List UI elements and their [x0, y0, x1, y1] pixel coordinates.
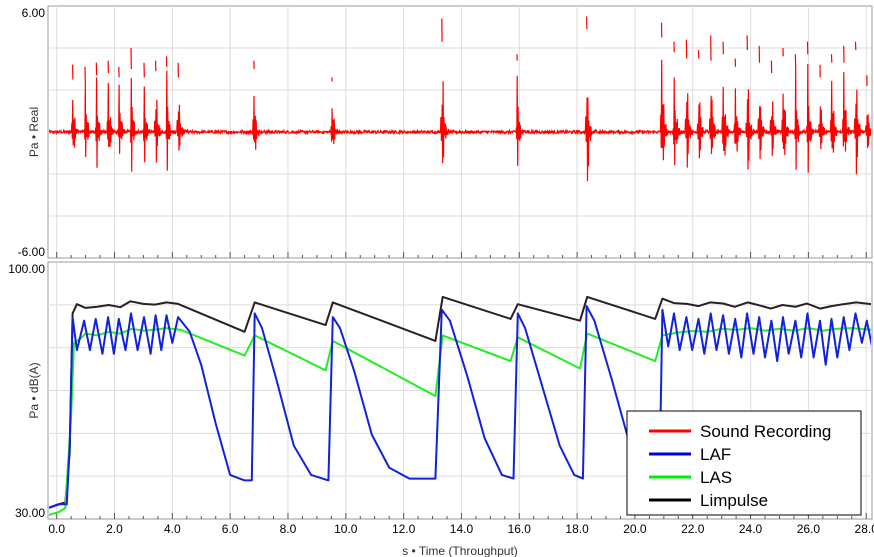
sound-recording-y-tick-label: -6.00: [18, 245, 46, 259]
sound-level-x-tick-label: 2.0: [106, 522, 123, 536]
legend-label-las: LAS: [700, 468, 732, 487]
sound-level-panel: 100.00 30.00 Pa • dB(A) 0.0 2.0 4.0 6.0 8.0 10.0…: [8, 261, 874, 557]
sound-level-x-tick-label: 6.0: [222, 522, 239, 536]
sound-level-x-axis-title: s • Time (Throughput): [402, 544, 518, 557]
chart-root: 6.00 -6.00 Pa • Real 100.00 30.00 Pa • dB(A)…: [8, 5, 874, 557]
sound-level-x-tick-label: 20.0: [623, 522, 647, 536]
sound-level-x-tick-label: 12.0: [392, 522, 416, 536]
sound-level-x-tick-label: 26.0: [797, 522, 821, 536]
legend-label-limpulse: Limpulse: [700, 491, 768, 510]
legend-label-laf: LAF: [700, 445, 731, 464]
sound-level-y-tick-label: 100.00: [8, 262, 45, 276]
sound-level-x-tick-label: 24.0: [739, 522, 763, 536]
sound-recording-y-axis-title: Pa • Real: [27, 107, 41, 157]
sound-level-y-tick-label: 30.00: [15, 506, 45, 520]
sound-level-x-tick-label: 18.0: [565, 522, 589, 536]
sound-level-x-tick-label: 4.0: [164, 522, 181, 536]
sound-level-x-tick-label: 14.0: [450, 522, 474, 536]
legend-label-sound-recording: Sound Recording: [700, 422, 831, 441]
sound-level-y-axis-title: Pa • dB(A): [27, 362, 41, 418]
sound-level-x-tick-label: 8.0: [280, 522, 297, 536]
sound-level-x-tick-label: 28.0: [855, 522, 874, 536]
sound-recording-panel: 6.00 -6.00 Pa • Real: [18, 5, 873, 259]
legend: Sound Recording LAF LAS Limpulse: [626, 410, 862, 516]
sound-recording-y-tick-label: 6.00: [22, 6, 46, 20]
sound-level-x-tick-label: 22.0: [681, 522, 705, 536]
sound-level-x-tick-label: 16.0: [508, 522, 532, 536]
sound-level-x-tick-label: 10.0: [334, 522, 358, 536]
sound-level-x-tick-label: 0.0: [48, 522, 65, 536]
